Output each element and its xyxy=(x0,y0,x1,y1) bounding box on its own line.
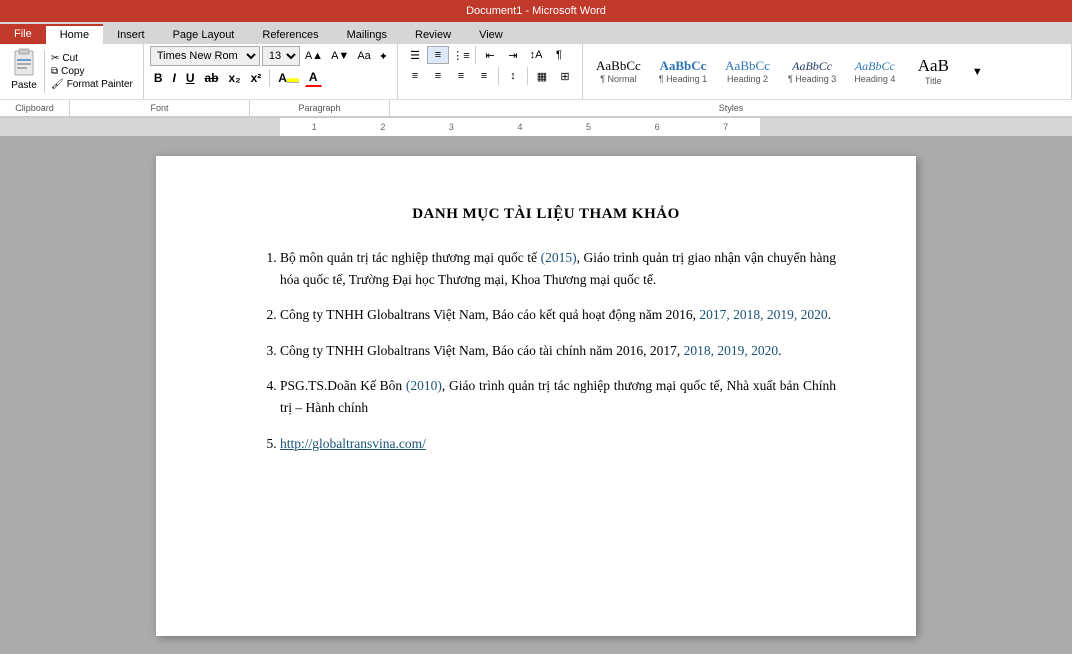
styles-label: Styles xyxy=(390,100,1072,116)
numbered-list-button[interactable]: ≡ xyxy=(427,46,449,64)
justify-button[interactable]: ≡ xyxy=(473,67,495,85)
clipboard-group: Paste ✂ Cut ⧉ Copy 🖌 Format Painter xyxy=(0,44,144,99)
list-item: Công ty TNHH Globaltrans Việt Nam, Báo c… xyxy=(280,340,836,362)
sort-button[interactable]: ↕A xyxy=(525,46,547,64)
shading-button[interactable]: ▦ xyxy=(531,67,553,85)
tab-insert[interactable]: Insert xyxy=(103,24,159,44)
document-area: DANH MỤC TÀI LIỆU THAM KHẢO Bộ môn quản … xyxy=(0,136,1072,654)
paste-label: Paste xyxy=(11,80,37,91)
bullet-list-button[interactable]: ☰ xyxy=(404,46,426,64)
styles-more-button[interactable]: ▼ xyxy=(966,63,988,81)
borders-button[interactable]: ⊞ xyxy=(554,67,576,85)
tab-bar: File Home Insert Page Layout References … xyxy=(0,22,1072,44)
tab-references[interactable]: References xyxy=(248,24,332,44)
window-title: Document1 - Microsoft Word xyxy=(8,5,1064,17)
subscript-button[interactable]: x₂ xyxy=(225,69,245,87)
separator xyxy=(527,67,528,85)
multilevel-list-button[interactable]: ⋮≡ xyxy=(450,46,472,64)
case-button[interactable]: Aa xyxy=(354,48,373,64)
ribbon: Paste ✂ Cut ⧉ Copy 🖌 Format Painter xyxy=(0,44,1072,118)
document-title: DANH MỤC TÀI LIỆU THAM KHẢO xyxy=(256,206,836,223)
document-page: DANH MỤC TÀI LIỆU THAM KHẢO Bộ môn quản … xyxy=(156,156,916,636)
strikethrough-button[interactable]: ab xyxy=(201,69,223,87)
separator xyxy=(498,67,499,85)
font-size-select[interactable]: 13 xyxy=(262,46,300,66)
styles-row: AaBbCc ¶ Normal AaBbCc ¶ Heading 1 AaBbC… xyxy=(589,46,1065,97)
paste-icon xyxy=(8,48,40,80)
decrease-font-button[interactable]: A▼ xyxy=(328,48,352,64)
tab-view[interactable]: View xyxy=(465,24,517,44)
align-center-button[interactable]: ≡ xyxy=(427,67,449,85)
styles-group: AaBbCc ¶ Normal AaBbCc ¶ Heading 1 AaBbC… xyxy=(583,44,1072,99)
separator xyxy=(269,69,270,87)
paste-button[interactable]: Paste xyxy=(4,46,44,97)
list-item: PSG.TS.Doãn Kế Bôn (2010), Giáo trình qu… xyxy=(280,375,836,418)
align-left-button[interactable]: ≡ xyxy=(404,67,426,85)
style-heading4[interactable]: AaBbCc Heading 4 xyxy=(847,57,902,87)
ribbon-group-labels: Clipboard Font Paragraph Styles xyxy=(0,100,1072,116)
font-family-select[interactable]: Times New Rom xyxy=(150,46,260,66)
title-bar: Document1 - Microsoft Word xyxy=(0,0,1072,22)
copy-label: Copy xyxy=(61,66,84,77)
list-item: Bộ môn quản trị tác nghiệp thương mại qu… xyxy=(280,247,836,290)
paragraph-label: Paragraph xyxy=(250,100,390,116)
line-spacing-button[interactable]: ↕ xyxy=(502,67,524,85)
ruler: 1 2 3 4 5 6 7 xyxy=(0,118,1072,136)
style-heading3[interactable]: AaBbCc ¶ Heading 3 xyxy=(781,57,843,87)
increase-indent-button[interactable]: ⇥ xyxy=(502,46,524,64)
tab-mailings[interactable]: Mailings xyxy=(333,24,401,44)
cut-label: Cut xyxy=(62,53,78,64)
style-normal[interactable]: AaBbCc ¶ Normal xyxy=(589,56,648,87)
tab-page-layout[interactable]: Page Layout xyxy=(159,24,249,44)
copy-button[interactable]: ⧉ Copy xyxy=(49,65,135,78)
font-group: Times New Rom 13 A▲ A▼ Aa ✦ B I U ab x₂ … xyxy=(144,44,398,99)
style-heading2[interactable]: AaBbCc Heading 2 xyxy=(718,56,777,87)
bold-button[interactable]: B xyxy=(150,69,167,87)
tab-review[interactable]: Review xyxy=(401,24,465,44)
tab-file[interactable]: File xyxy=(0,24,46,44)
show-formatting-button[interactable]: ¶ xyxy=(548,46,570,64)
font-label: Font xyxy=(70,100,250,116)
italic-button[interactable]: I xyxy=(169,69,180,87)
text-highlight-button[interactable]: A▬ xyxy=(274,69,303,87)
reference-list: Bộ môn quản trị tác nghiệp thương mại qu… xyxy=(256,247,836,454)
font-color-button[interactable]: A xyxy=(305,68,322,87)
format-painter-label: Format Painter xyxy=(67,79,133,90)
style-heading1[interactable]: AaBbCc ¶ Heading 1 xyxy=(652,56,714,87)
clipboard-label: Clipboard xyxy=(0,100,70,116)
separator xyxy=(475,46,476,64)
paragraph-group: ☰ ≡ ⋮≡ ⇤ ⇥ ↕A ¶ ≡ ≡ ≡ ≡ ↕ ▦ ⊞ xyxy=(398,44,583,99)
list-item: Công ty TNHH Globaltrans Việt Nam, Báo c… xyxy=(280,304,836,326)
clear-format-button[interactable]: ✦ xyxy=(376,48,391,65)
tab-home[interactable]: Home xyxy=(46,24,103,44)
cut-button[interactable]: ✂ Cut xyxy=(49,52,135,65)
superscript-button[interactable]: x² xyxy=(247,69,266,87)
underline-button[interactable]: U xyxy=(182,69,199,87)
style-title[interactable]: AaB Title xyxy=(906,54,960,89)
reference-link[interactable]: http://globaltransvina.com/ xyxy=(280,436,426,451)
align-right-button[interactable]: ≡ xyxy=(450,67,472,85)
list-item: http://globaltransvina.com/ xyxy=(280,433,836,455)
format-painter-button[interactable]: 🖌 Format Painter xyxy=(49,78,135,91)
increase-font-button[interactable]: A▲ xyxy=(302,48,326,64)
decrease-indent-button[interactable]: ⇤ xyxy=(479,46,501,64)
ribbon-toolbar: Paste ✂ Cut ⧉ Copy 🖌 Format Painter xyxy=(0,44,1072,100)
